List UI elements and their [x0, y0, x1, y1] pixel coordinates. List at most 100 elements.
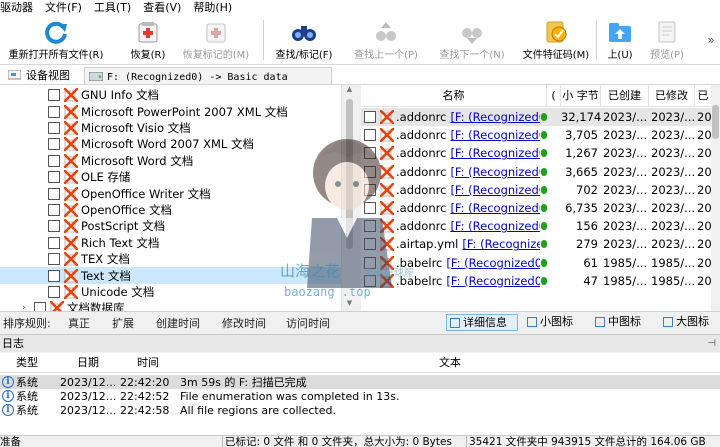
sort-option-modified[interactable]: 修改时间 [222, 315, 266, 331]
column-created[interactable]: 已创建 [601, 85, 649, 107]
tree-item[interactable]: OpenOffice Writer 文档 [0, 185, 345, 201]
file-path-link[interactable]: [F: (Recognized0)\F [450, 165, 539, 179]
menu-tools[interactable]: 工具(T) [88, 0, 137, 16]
file-row[interactable]: .addonrc[F: (Recognized0)\F 3,665 2023/...… [361, 163, 711, 181]
file-checkbox[interactable] [364, 202, 376, 215]
file-row[interactable]: .addonrc[F: (Recognized0)\F 6,735 2023/...… [361, 199, 711, 217]
column-size[interactable]: 小 字节 [561, 85, 601, 107]
sort-option-name[interactable]: 真正 [68, 315, 90, 331]
file-checkbox[interactable] [364, 165, 376, 178]
file-path-link[interactable]: [F: (Recognized0)\Re [446, 256, 539, 270]
file-row[interactable]: .addonrc[F: (Recognized0)\R32,1742023/..… [361, 108, 711, 127]
menu-view[interactable]: 查看(V) [137, 0, 187, 16]
file-checkbox[interactable] [364, 183, 376, 196]
toolbar-overflow-button[interactable]: » [703, 16, 719, 65]
sort-option-accessed[interactable]: 访问时间 [286, 315, 330, 331]
expand-arrow-icon[interactable]: › [22, 303, 26, 311]
log-row[interactable]: i 系统 2023/12... 22:42:20 3m 59s 的 F: 扫描已完成 [0, 375, 720, 389]
file-row[interactable]: .addonrc[F: (Recognized0)\F 1,267 2023/...… [361, 144, 711, 162]
sort-option-ext[interactable]: 扩展 [112, 315, 134, 331]
file-checkbox[interactable] [364, 147, 376, 160]
file-checkbox[interactable] [364, 220, 376, 233]
tree-scroll-thumb[interactable] [346, 99, 353, 249]
file-checkbox[interactable] [364, 256, 376, 269]
file-path-link[interactable]: [F: (Recognized0)\R [450, 110, 539, 124]
reopen-all-button[interactable]: 重新打开所有文件(R) [0, 16, 112, 65]
view-large-icons-button[interactable]: 大图标 [660, 314, 718, 331]
file-row[interactable]: .babelrc[F: (Recognized0)\Re 61 1985/...19… [361, 254, 711, 272]
sort-option-created[interactable]: 创建时间 [156, 315, 200, 331]
find-previous-button[interactable]: 查找上一个(P) [348, 16, 424, 65]
tree-item-checkbox[interactable] [48, 138, 60, 151]
tree-item[interactable]: PostScript 文档 [0, 218, 345, 234]
tree-item-checkbox[interactable] [34, 302, 46, 311]
file-row[interactable]: .babelrc[F: (Recognized0)\Re 47 1985/...19… [361, 272, 711, 290]
tree-item[interactable]: OpenOffice 文档 [0, 202, 345, 218]
file-checkbox[interactable] [364, 129, 376, 142]
tree-item[interactable]: GNU Info 文档 [0, 87, 345, 103]
file-checkbox[interactable] [364, 111, 376, 124]
scroll-down-arrow-icon[interactable]: ▼ [345, 299, 354, 309]
column-ext[interactable]: ( [547, 85, 561, 107]
file-scroll-thumb[interactable] [712, 105, 719, 139]
column-modified[interactable]: 已修改 [649, 85, 695, 107]
pin-icon[interactable]: ⊣ [707, 335, 716, 352]
tree-item-checkbox[interactable] [48, 236, 60, 249]
file-row[interactable]: .addonrc[F: (Recognized0)\F 3,705 2023/...… [361, 126, 711, 144]
column-name[interactable]: 名称 [361, 85, 547, 107]
up-button[interactable]: 上(U) [602, 16, 638, 65]
tree-item-checkbox[interactable] [48, 253, 60, 266]
find-mark-button[interactable]: 查找/标记(F) [270, 16, 338, 65]
file-path-link[interactable]: [F: (Recognized0) [462, 237, 539, 251]
file-path-link[interactable]: [F: (Recognized0)\F [450, 183, 539, 197]
scroll-up-arrow-icon[interactable]: ▲ [345, 85, 354, 95]
file-path-link[interactable]: [F: (Recognized0)\Re [446, 274, 539, 288]
file-path-link[interactable]: [F: (Recognized0)\F [450, 128, 539, 142]
tree-item-checkbox[interactable] [48, 121, 60, 134]
menu-file[interactable]: 文件(F) [39, 0, 88, 16]
file-path-link[interactable]: [F: (Recognized0)\F [450, 219, 539, 233]
tree-item-checkbox[interactable] [48, 285, 60, 298]
tree-item-checkbox[interactable] [48, 187, 60, 200]
log-column-text[interactable]: 文本 [180, 353, 720, 373]
preview-button[interactable]: 预览(P) [644, 16, 690, 65]
tree-item[interactable]: Microsoft Word 文档 [0, 153, 345, 169]
log-column-time[interactable]: 时间 [120, 353, 180, 373]
find-next-button[interactable]: 查找下一个(N) [434, 16, 510, 65]
file-list-scrollbar[interactable] [711, 85, 720, 311]
file-checkbox[interactable] [364, 274, 376, 287]
log-column-type[interactable]: 类型 [0, 353, 60, 373]
tree-item[interactable]: TEX 文档 [0, 251, 345, 267]
file-row[interactable]: .addonrc[F: (Recognized0)\F1562023/...20… [361, 217, 711, 235]
file-row[interactable]: .addonrc[F: (Recognized0)\F7022023/...20… [361, 181, 711, 199]
restore-button[interactable]: 恢复(R) [124, 16, 172, 65]
tree-item[interactable]: Microsoft Visio 文档 [0, 120, 345, 136]
tree-item-checkbox[interactable] [48, 105, 60, 118]
file-checkbox[interactable] [364, 238, 376, 251]
file-path-link[interactable]: [F: (Recognized0)\F [450, 201, 539, 215]
tree-item[interactable]: Text 文档 [0, 267, 345, 284]
tree-item[interactable]: Microsoft Word 2007 XML 文档 [0, 136, 345, 152]
view-details-button[interactable]: 详细信息 [446, 314, 518, 331]
log-column-date[interactable]: 日期 [60, 353, 120, 373]
tree-item-checkbox[interactable] [48, 269, 60, 282]
tree-scrollbar[interactable]: ▲ ▼ [341, 85, 357, 311]
column-accessed[interactable]: 已 [695, 85, 711, 107]
view-medium-icons-button[interactable]: 中图标 [592, 314, 652, 331]
tree-item-checkbox[interactable] [48, 89, 60, 102]
log-row[interactable]: i 系统 2023/12... 22:42:58 All file regions ar… [0, 403, 720, 417]
device-view-tab[interactable]: 设备视图 [4, 67, 84, 84]
tree-item-database[interactable]: › 文档数据库 [0, 300, 345, 311]
tree-item[interactable]: Microsoft PowerPoint 2007 XML 文档 [0, 103, 345, 119]
restore-marked-button[interactable]: 恢复标记的(M) [176, 16, 256, 65]
tree-item-checkbox[interactable] [48, 203, 60, 216]
tree-item[interactable]: Unicode 文档 [0, 284, 345, 300]
file-path-link[interactable]: [F: (Recognized0)\F [450, 146, 539, 160]
partition-tab[interactable]: F: (Recognized0) -> Basic data partition [84, 67, 332, 101]
menu-drive[interactable]: 驱动器 [0, 0, 39, 16]
tree-item[interactable]: OLE 存储 [0, 169, 345, 185]
tree-item-checkbox[interactable] [48, 220, 60, 233]
tree-item-checkbox[interactable] [48, 171, 60, 184]
file-row[interactable]: .airtap.yml[F: (Recognized0)2792023/...2… [361, 235, 711, 253]
tree-item-checkbox[interactable] [48, 154, 60, 167]
